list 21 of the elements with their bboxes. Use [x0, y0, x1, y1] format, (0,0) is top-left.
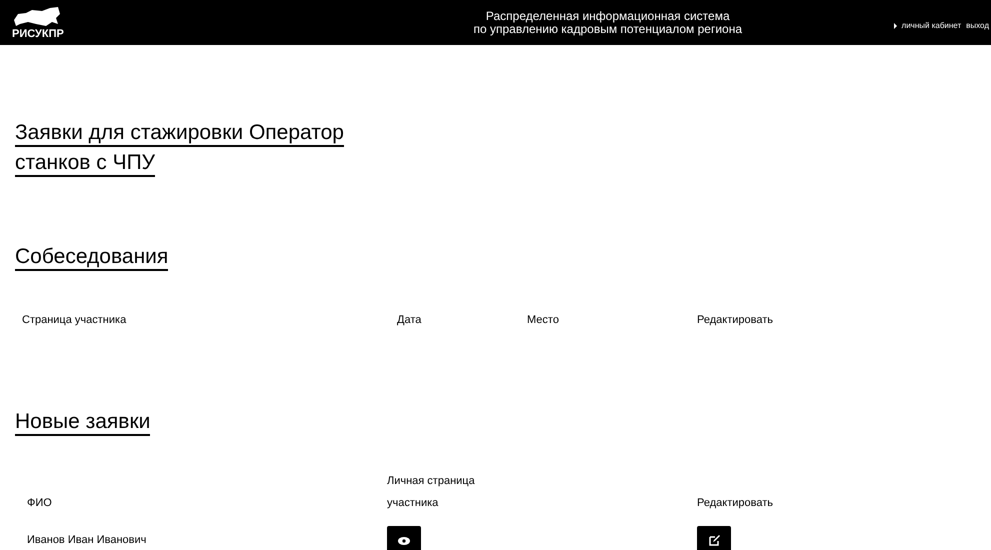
column-header: Страница участника — [22, 313, 128, 328]
header-link[interactable]: личный кабинет — [902, 20, 962, 32]
eye-icon — [398, 536, 410, 544]
column-header: Редактировать — [697, 496, 774, 510]
header-link[interactable]: выход — [966, 20, 989, 32]
section-heading: Заявки для стажировки Оператор станков с ЧПУ — [15, 118, 991, 178]
view-button[interactable] — [387, 526, 421, 550]
edit-icon — [708, 535, 720, 546]
section-heading: Новые заявки — [15, 406, 991, 436]
column-header: Личная страница участника — [387, 474, 476, 510]
column-header: Редактировать — [697, 313, 774, 328]
bullet-icon — [894, 22, 897, 28]
column-header: Дата — [397, 313, 422, 328]
column-header: Место — [527, 313, 560, 328]
map-logo-icon — [12, 6, 62, 28]
site-title: Распределенная информационная система по управлению кадровым потенциалом региона — [474, 10, 742, 36]
section-heading: Собеседования — [15, 242, 991, 272]
logo-text: РИСУКПР — [12, 28, 64, 40]
column-header: ФИО — [27, 496, 53, 510]
name-cell-text: Иванов Иван Иванович — [27, 532, 148, 548]
edit-button[interactable] — [697, 526, 731, 550]
